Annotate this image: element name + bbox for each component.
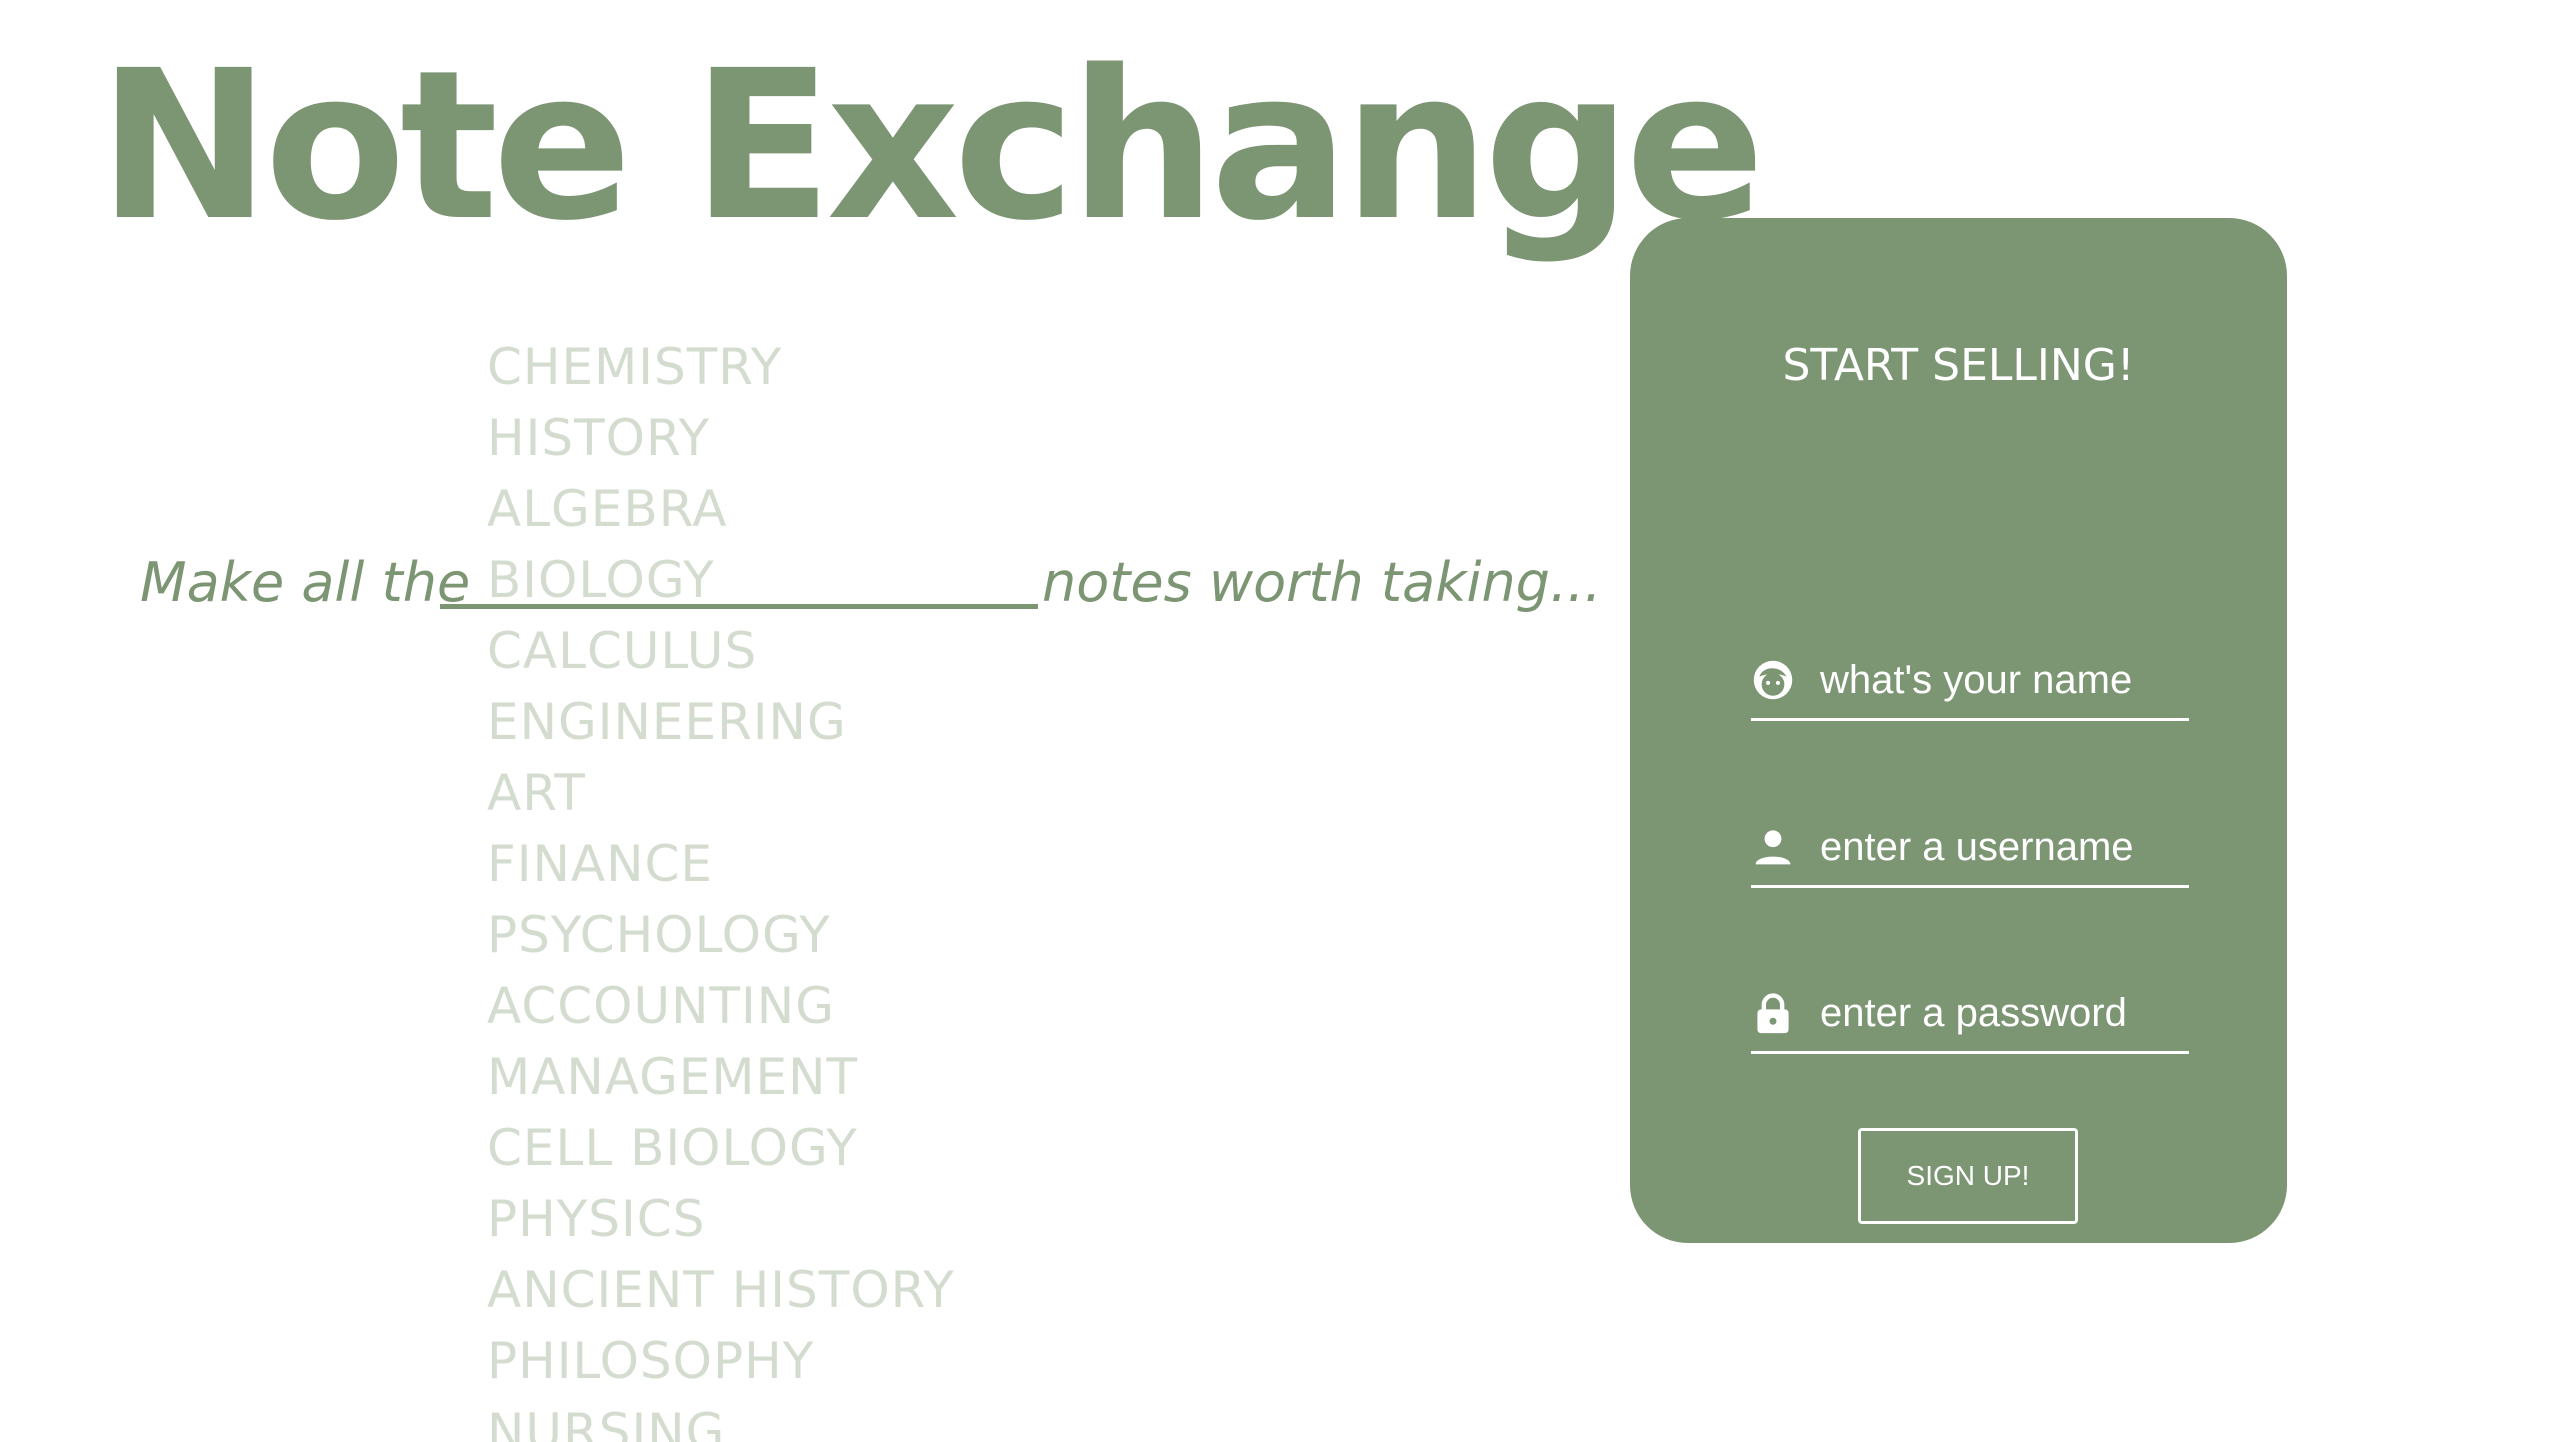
tagline-end: notes worth taking...	[1042, 551, 1602, 614]
subject-item-psychology: PSYCHOLOGY	[487, 906, 831, 964]
name-input[interactable]	[1820, 652, 2180, 708]
person-icon	[1755, 830, 1791, 865]
lock-icon	[1757, 993, 1789, 1034]
subject-item-physics: PHYSICS	[487, 1190, 706, 1248]
subject-item-accounting: ACCOUNTING	[487, 977, 835, 1035]
password-field	[1751, 979, 2189, 1054]
subject-item-art: ART	[487, 764, 586, 822]
username-input[interactable]	[1820, 819, 2180, 875]
subject-item-chemistry: CHEMISTRY	[487, 338, 783, 396]
subject-item-calculus: CALCULUS	[487, 622, 758, 680]
subject-item-biology: BIOLOGY	[487, 551, 715, 609]
password-input[interactable]	[1820, 985, 2180, 1041]
subject-list: CHEMISTRY HISTORY ALGEBRA BIOLOGY CALCUL…	[487, 332, 955, 1442]
sign-up-button[interactable]: SIGN UP!	[1858, 1128, 2078, 1224]
signup-card: START SELLING! SIGN UP! LOGIN	[1630, 218, 2287, 1422]
face-icon	[1753, 660, 1793, 700]
username-field	[1751, 813, 2189, 888]
subject-item-management: MANAGEMENT	[487, 1048, 859, 1106]
name-field	[1751, 646, 2189, 721]
subject-item-history: HISTORY	[487, 409, 711, 467]
subject-item-engineering: ENGINEERING	[487, 693, 847, 751]
subject-item-philosophy: PHILOSOPHY	[487, 1332, 815, 1390]
tagline-start: Make all the	[140, 551, 471, 614]
signup-title: START SELLING!	[1782, 340, 2135, 391]
subject-item-algebra: ALGEBRA	[487, 480, 728, 538]
subject-item-cell-biology: CELL BIOLOGY	[487, 1119, 858, 1177]
login-link[interactable]: LOGIN	[1630, 1368, 2287, 1422]
subject-item-nursing: NURSING	[487, 1403, 726, 1442]
subject-item-finance: FINANCE	[487, 835, 714, 893]
app-title: Note Exchange	[98, 26, 1765, 266]
subject-item-ancient-history: ANCIENT HISTORY	[487, 1261, 955, 1319]
